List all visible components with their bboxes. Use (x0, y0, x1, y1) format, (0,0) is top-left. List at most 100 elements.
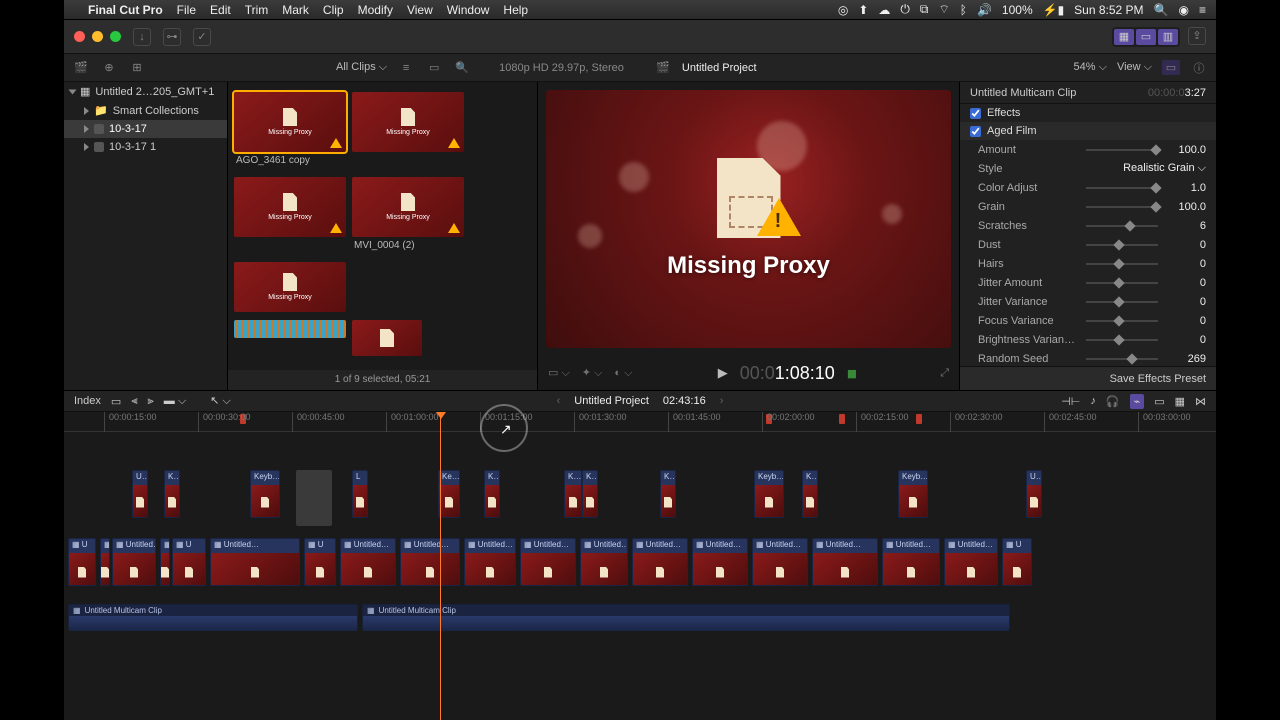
insert-clip-icon[interactable]: ⫷ (131, 395, 137, 408)
menu-edit[interactable]: Edit (210, 3, 231, 17)
menu-file[interactable]: File (177, 3, 196, 17)
view-list-icon[interactable]: ≡ (397, 60, 415, 75)
param-slider[interactable] (1086, 320, 1158, 322)
param-slider[interactable] (1086, 187, 1158, 189)
library-icon[interactable]: 🎬 (72, 60, 90, 75)
connected-clip[interactable]: U… (1026, 470, 1042, 518)
siri-icon[interactable]: ◉ (1179, 3, 1189, 17)
view-filmstrip-icon[interactable]: ▭ (425, 60, 443, 75)
storyline-clip[interactable]: ▦ U (304, 538, 336, 586)
audio-clip-thumbnail[interactable] (234, 320, 346, 338)
timeline-marker[interactable] (839, 414, 845, 424)
storyline-clip[interactable]: ▦ Untitled… (520, 538, 576, 586)
param-slider[interactable] (1086, 301, 1158, 303)
storyline-clip[interactable]: ▦ Untitled… (580, 538, 628, 586)
param-value[interactable]: 0 (1166, 258, 1206, 270)
clips-filter-dropdown[interactable]: All Clips ⌵ (336, 61, 387, 74)
param-slider[interactable] (1086, 206, 1158, 208)
keyword-button[interactable]: ⊶ (163, 28, 181, 46)
background-tasks-button[interactable]: ✓ (193, 28, 211, 46)
effect-param-row[interactable]: Grain100.0 (960, 197, 1216, 216)
param-slider[interactable] (1086, 339, 1158, 341)
spotlight-icon[interactable]: 🔍 (1154, 3, 1169, 17)
connected-clip[interactable]: Keyb… (250, 470, 280, 518)
storyline-clip[interactable]: ▦ Untitled… (400, 538, 460, 586)
notifications-icon[interactable]: ≡ (1199, 3, 1206, 17)
connect-clip-icon[interactable]: ▭ (111, 395, 121, 408)
status-icon[interactable]: ⬆ (858, 3, 868, 17)
menu-modify[interactable]: Modify (358, 3, 393, 17)
next-edit-button[interactable]: › (720, 395, 724, 407)
fullscreen-button[interactable]: ⤢ (940, 367, 949, 380)
share-button[interactable]: ⇪ (1188, 27, 1206, 45)
storyline-clip[interactable]: ▦ Untitled… (112, 538, 156, 586)
menu-help[interactable]: Help (503, 3, 528, 17)
param-slider[interactable] (1086, 149, 1158, 151)
battery-icon[interactable]: ⚡▮ (1043, 3, 1065, 17)
wifi-icon[interactable]: ⌔ (938, 2, 949, 17)
param-slider[interactable] (1086, 225, 1158, 227)
status-icon[interactable]: ⧉ (920, 2, 929, 17)
bluetooth-icon[interactable]: ᛒ (960, 3, 967, 17)
storyline-clip[interactable]: ▦ Untitled… (882, 538, 940, 586)
effect-param-row[interactable]: Jitter Amount0 (960, 273, 1216, 292)
effects-checkbox[interactable] (970, 108, 981, 119)
effect-param-row[interactable]: Focus Variance0 (960, 311, 1216, 330)
search-icon[interactable]: 🔍 (453, 60, 471, 75)
audio-clip[interactable]: ▦Untitled Multicam Clip (68, 604, 358, 630)
timeline-marker[interactable] (916, 414, 922, 424)
transitions-browser-icon[interactable]: ⋈ (1195, 395, 1206, 408)
disclosure-icon[interactable] (84, 143, 89, 151)
param-slider[interactable] (1086, 282, 1158, 284)
effects-section-header[interactable]: Effects (960, 104, 1216, 122)
storyline-clip[interactable]: ▦ Untitled… (944, 538, 998, 586)
connected-clip[interactable]: K… (582, 470, 598, 518)
gap-clip[interactable] (296, 470, 332, 526)
status-icon[interactable]: ☁ (878, 3, 890, 17)
menu-window[interactable]: Window (447, 3, 490, 17)
connected-clip[interactable]: K… (564, 470, 582, 518)
param-slider[interactable] (1086, 263, 1158, 265)
timeline-toggle[interactable]: ▭ (1136, 29, 1156, 45)
effect-param-row[interactable]: Brightness Varian…0 (960, 330, 1216, 349)
menu-trim[interactable]: Trim (245, 3, 269, 17)
library-row[interactable]: ▦ Untitled 2…205_GMT+1 (64, 82, 227, 101)
clock[interactable]: Sun 8:52 PM (1074, 3, 1143, 17)
param-value[interactable]: 0 (1166, 334, 1206, 346)
retime-dropdown[interactable]: ◐ ⌵ (614, 367, 632, 380)
effect-param-row[interactable]: Dust0 (960, 235, 1216, 254)
param-value[interactable]: 0 (1166, 277, 1206, 289)
play-button[interactable]: ▶ (718, 365, 728, 381)
timeline-view-icon[interactable]: ▭ (1154, 395, 1164, 408)
param-value[interactable]: 100.0 (1166, 144, 1206, 156)
clip-thumbnail[interactable] (352, 320, 422, 356)
param-slider[interactable] (1086, 358, 1158, 360)
menu-mark[interactable]: Mark (282, 3, 309, 17)
status-icon[interactable]: ◎ (838, 3, 848, 17)
param-value-dropdown[interactable]: Realistic Grain ⌵ (1123, 162, 1206, 175)
skimming-icon[interactable]: ⊣⊢ (1061, 395, 1080, 408)
save-effects-preset-button[interactable]: Save Effects Preset (960, 366, 1216, 390)
app-menu[interactable]: Final Cut Pro (88, 3, 163, 17)
clip-thumbnail[interactable]: Missing Proxy (352, 92, 464, 169)
storyline-clip[interactable]: ▦ Untitled… (812, 538, 878, 586)
effect-param-row[interactable]: Hairs0 (960, 254, 1216, 273)
clip-thumbnail[interactable]: Missing Proxy (234, 177, 346, 254)
storyline-clip[interactable]: ▦ Untitled… (632, 538, 688, 586)
viewer-zoom-dropdown[interactable]: 54% ⌵ (1074, 61, 1107, 74)
audio-clip[interactable]: ▦Untitled Multicam Clip (362, 604, 1010, 630)
connected-clip[interactable]: K… (660, 470, 676, 518)
viewer-canvas[interactable]: Missing Proxy (546, 90, 951, 348)
connected-clip[interactable]: Ke… (438, 470, 460, 518)
connected-clip[interactable]: L (352, 470, 368, 518)
effect-param-row[interactable]: Jitter Variance0 (960, 292, 1216, 311)
enhance-dropdown[interactable]: ✦ ⌵ (582, 366, 603, 380)
viewer-timecode[interactable]: 00:01:08:10 (740, 363, 835, 384)
param-value[interactable]: 6 (1166, 220, 1206, 232)
effect-enable-checkbox[interactable] (970, 126, 981, 137)
param-value[interactable]: 0 (1166, 239, 1206, 251)
viewer-view-dropdown[interactable]: View ⌵ (1117, 61, 1152, 74)
clip-thumbnail[interactable]: Missing Proxy AGO_3461 copy (234, 92, 346, 169)
param-slider[interactable] (1086, 244, 1158, 246)
sidebar-item-smart[interactable]: 📁 Smart Collections (64, 101, 227, 120)
